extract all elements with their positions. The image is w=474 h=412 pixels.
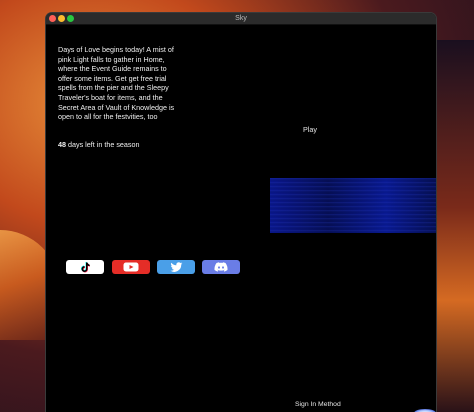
season-days-label: days left in the season (66, 140, 140, 149)
discord-icon (214, 262, 228, 272)
twitter-button[interactable] (157, 260, 195, 274)
season-countdown: 48 days left in the season (58, 140, 140, 149)
game-screen[interactable]: Days of Love begins today! A mist of pin… (46, 25, 436, 412)
play-button[interactable]: Play (303, 125, 317, 134)
youtube-icon (123, 262, 139, 272)
background-glow-panel (270, 178, 436, 233)
wallpaper-edge (434, 40, 474, 412)
tiktok-button[interactable] (66, 260, 104, 274)
news-text: Days of Love begins today! A mist of pin… (58, 45, 175, 122)
title-bar[interactable]: Sky (46, 13, 436, 25)
window-title: Sky (235, 15, 247, 22)
youtube-button[interactable] (112, 260, 150, 274)
tiktok-icon (81, 262, 90, 273)
discord-button[interactable] (202, 260, 240, 274)
season-days: 48 (58, 140, 66, 149)
twitter-icon (170, 261, 182, 272)
app-window: Sky Days of Love begins today! A mist of… (46, 13, 436, 412)
sign-in-method-button[interactable]: Sign In Method (295, 401, 341, 408)
